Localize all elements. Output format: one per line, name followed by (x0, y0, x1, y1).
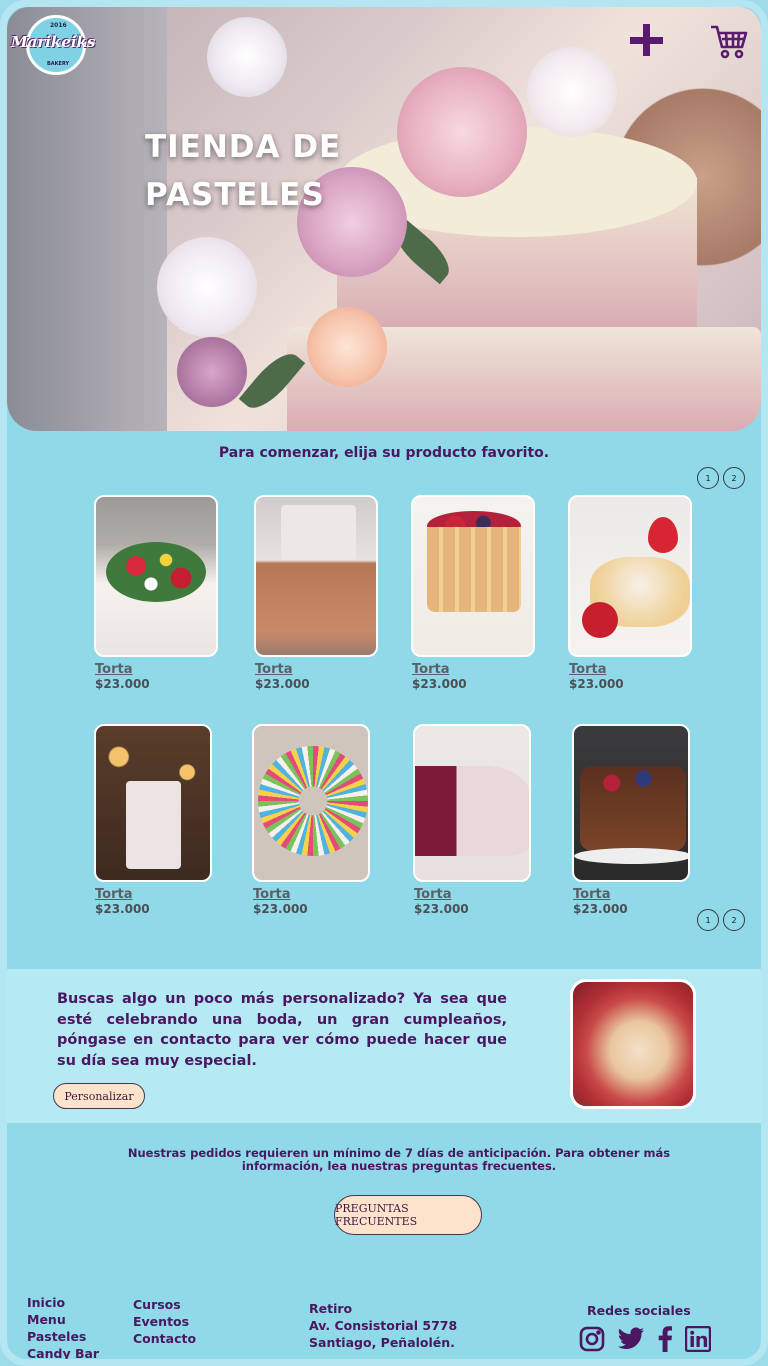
product-image[interactable] (568, 495, 692, 657)
footer: Inicio Menu Pasteles Candy Bar Cursos Ev… (7, 1283, 761, 1359)
product-name[interactable]: Torta (568, 662, 692, 677)
product-image[interactable] (94, 724, 212, 882)
product-price: $23.000 (569, 677, 624, 691)
brand-logo[interactable]: 2016 BAKERY Marikeiks (11, 15, 97, 75)
product-name[interactable]: Torta (94, 662, 218, 677)
faq-button[interactable]: PREGUNTAS FRECUENTES (334, 1195, 482, 1235)
page-2-button[interactable]: 2 (723, 909, 745, 931)
product-image[interactable] (411, 495, 535, 657)
product-name[interactable]: Torta (94, 887, 212, 902)
product-price: $23.000 (95, 677, 150, 691)
custom-cake-image (570, 979, 696, 1109)
page-1-button[interactable]: 1 (697, 909, 719, 931)
red-velvet-decor (415, 766, 529, 856)
social-title: Redes sociales (587, 1303, 691, 1318)
products-intro: Para comenzar, elija su producto favorit… (218, 445, 550, 461)
custom-order-section: Buscas algo un poco más personalizado? Y… (7, 969, 761, 1123)
hero-rose (157, 237, 257, 337)
custom-order-text: Buscas algo un poco más personalizado? Y… (57, 991, 507, 1069)
product-image[interactable] (254, 495, 378, 657)
footer-link-contacto[interactable]: Contacto (133, 1330, 196, 1347)
footer-link-eventos[interactable]: Eventos (133, 1313, 196, 1330)
twitter-icon[interactable] (617, 1327, 645, 1355)
flowers-decor (106, 542, 206, 602)
product-card[interactable]: Torta $23.000 (254, 495, 378, 691)
products-pager-top: 1 2 (697, 467, 745, 489)
product-price: $23.000 (414, 902, 469, 916)
page-1-button[interactable]: 1 (697, 467, 719, 489)
footer-link-pasteles[interactable]: Pasteles (27, 1328, 99, 1345)
product-card[interactable]: Torta $23.000 (413, 724, 531, 916)
hero-banner: TIENDA DE PASTELES 2016 BAKERY Marikeiks (7, 7, 761, 431)
facebook-icon[interactable] (657, 1326, 673, 1356)
personalize-button[interactable]: Personalizar (53, 1083, 145, 1109)
logo-tagline: BAKERY (47, 61, 70, 67)
product-image[interactable] (94, 495, 218, 657)
product-name[interactable]: Torta (572, 887, 690, 902)
products-pager-bottom: 1 2 (697, 909, 745, 931)
hero-rose (307, 307, 387, 387)
product-name[interactable]: Torta (413, 887, 531, 902)
plus-icon[interactable] (627, 21, 667, 61)
tier-cake-decor (126, 781, 181, 869)
product-name[interactable]: Torta (411, 662, 535, 677)
hero-rose (207, 17, 287, 97)
chocolate-cake-decor (580, 766, 686, 851)
product-price: $23.000 (255, 677, 310, 691)
footer-link-cursos[interactable]: Cursos (133, 1296, 196, 1313)
product-image[interactable] (252, 724, 370, 882)
footer-nav-secondary: Cursos Eventos Contacto (133, 1296, 196, 1347)
hero-rose (397, 67, 527, 197)
linkedin-icon[interactable] (684, 1325, 712, 1356)
logo-script: Marikeiks (11, 33, 96, 51)
footer-link-candy-bar[interactable]: Candy Bar (27, 1345, 99, 1359)
product-card[interactable]: Torta $23.000 (572, 724, 690, 916)
instagram-icon[interactable] (579, 1326, 605, 1356)
logo-year: 2016 (50, 22, 67, 29)
donut-decor (258, 746, 368, 856)
cake-top-tier (281, 505, 356, 560)
product-card[interactable]: Torta $23.000 (94, 495, 218, 691)
address-line: Santiago, Peñalolén. (309, 1335, 455, 1350)
strawberry-decor (582, 602, 618, 638)
footer-link-inicio[interactable]: Inicio (27, 1294, 99, 1311)
product-card[interactable]: Torta $23.000 (94, 724, 212, 916)
product-name[interactable]: Torta (252, 887, 370, 902)
faq-section: Nuestras pedidos requieren un mínimo de … (7, 1123, 761, 1283)
address-line: Av. Consistorial 5778 (309, 1318, 458, 1333)
page-frame: TIENDA DE PASTELES 2016 BAKERY Marikeiks… (0, 0, 768, 1366)
product-price: $23.000 (95, 902, 150, 916)
hero-title: TIENDA DE PASTELES (145, 129, 342, 213)
social-icons (579, 1325, 712, 1356)
hero-rose (527, 47, 617, 137)
product-card[interactable]: Torta $23.000 (252, 724, 370, 916)
faq-note: Nuestras pedidos requieren un mínimo de … (127, 1146, 671, 1173)
product-card[interactable]: Torta $23.000 (411, 495, 535, 691)
product-price: $23.000 (573, 902, 628, 916)
address-line: Retiro (309, 1301, 353, 1316)
product-price: $23.000 (253, 902, 308, 916)
product-card[interactable]: Torta $23.000 (568, 495, 692, 691)
plate-decor (574, 848, 688, 864)
ladyfingers-decor (427, 527, 521, 612)
footer-link-menu[interactable]: Menu (27, 1311, 99, 1328)
footer-nav-primary: Inicio Menu Pasteles Candy Bar (27, 1294, 99, 1359)
footer-address: Retiro Av. Consistorial 5778 Santiago, P… (309, 1300, 457, 1351)
product-image[interactable] (413, 724, 531, 882)
product-price: $23.000 (412, 677, 467, 691)
page-2-button[interactable]: 2 (723, 467, 745, 489)
product-image[interactable] (572, 724, 690, 882)
strawberry-decor (648, 517, 678, 553)
hero-rose (177, 337, 247, 407)
product-name[interactable]: Torta (254, 662, 378, 677)
shopping-cart-icon[interactable] (709, 21, 749, 61)
